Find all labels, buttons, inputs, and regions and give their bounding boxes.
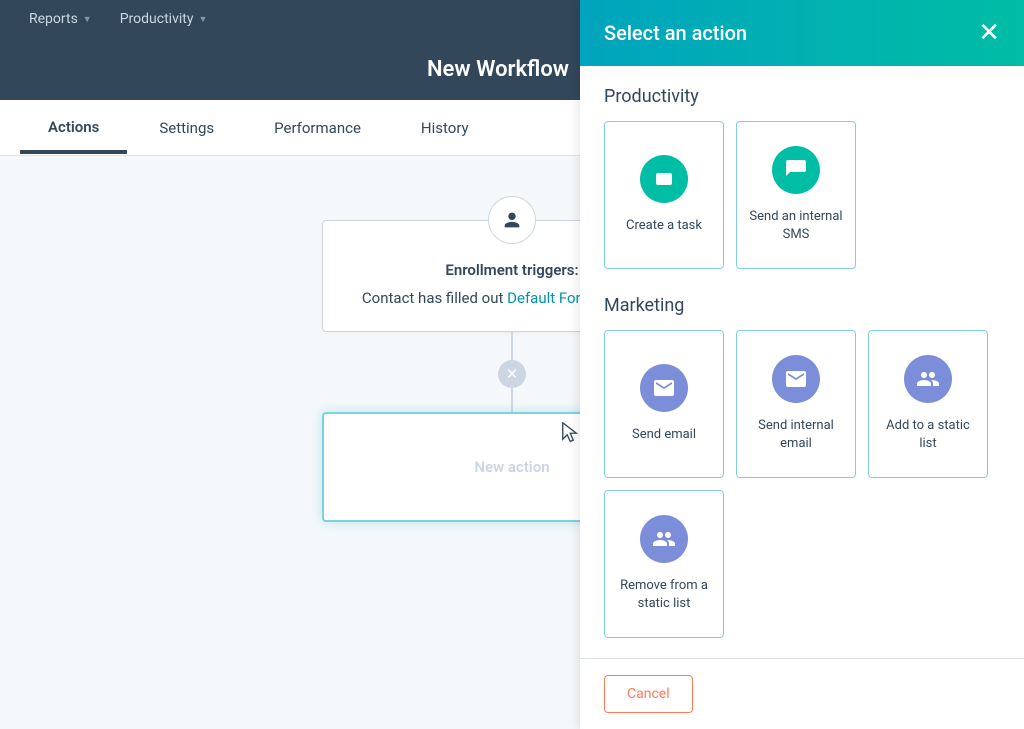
section-title-productivity: Productivity — [604, 86, 1000, 107]
panel-body: Productivity Create a task Send an inter… — [580, 66, 1024, 658]
tab-actions[interactable]: Actions — [20, 101, 127, 154]
person-icon — [488, 196, 536, 244]
card-label: Send email — [632, 426, 696, 444]
card-label: Send an internal SMS — [745, 208, 847, 243]
card-label: Add to a static list — [877, 417, 979, 452]
nav-productivity-label: Productivity — [120, 11, 194, 27]
new-action-label: New action — [474, 458, 549, 476]
tab-performance[interactable]: Performance — [246, 102, 389, 154]
tab-history[interactable]: History — [393, 102, 497, 154]
action-remove-static-list[interactable]: Remove from a static list — [604, 490, 724, 638]
nav-productivity-dropdown[interactable]: Productivity ▼ — [106, 11, 222, 27]
connector-line — [511, 332, 513, 360]
action-panel: Select an action ✕ Productivity Create a… — [580, 0, 1024, 729]
email-icon — [640, 364, 688, 412]
card-label: Create a task — [626, 217, 702, 235]
cursor-icon — [562, 422, 580, 450]
nav-reports-dropdown[interactable]: Reports ▼ — [15, 11, 106, 27]
caret-down-icon: ▼ — [83, 14, 92, 25]
marketing-grid: Send email Send internal email Add to a … — [604, 330, 1000, 638]
workflow-title: New Workflow — [427, 57, 569, 82]
action-send-internal-email[interactable]: Send internal email — [736, 330, 856, 478]
task-icon — [640, 155, 688, 203]
action-add-static-list[interactable]: Add to a static list — [868, 330, 988, 478]
email-icon — [772, 355, 820, 403]
trigger-prefix: Contact has filled out — [362, 289, 507, 307]
card-label: Send internal email — [745, 417, 847, 452]
close-icon[interactable]: ✕ — [498, 360, 526, 388]
card-label: Remove from a static list — [613, 577, 715, 612]
close-icon[interactable]: ✕ — [978, 18, 1000, 48]
panel-header: Select an action ✕ — [580, 0, 1024, 66]
caret-down-icon: ▼ — [198, 14, 207, 25]
action-send-sms[interactable]: Send an internal SMS — [736, 121, 856, 269]
cancel-button[interactable]: Cancel — [604, 675, 693, 713]
people-icon — [640, 515, 688, 563]
panel-title: Select an action — [604, 21, 747, 45]
people-icon — [904, 355, 952, 403]
panel-footer: Cancel — [580, 658, 1024, 729]
section-title-marketing: Marketing — [604, 295, 1000, 316]
sms-icon — [772, 146, 820, 194]
action-send-email[interactable]: Send email — [604, 330, 724, 478]
productivity-grid: Create a task Send an internal SMS — [604, 121, 1000, 269]
tab-settings[interactable]: Settings — [131, 102, 242, 154]
connector-line — [511, 388, 513, 412]
action-create-task[interactable]: Create a task — [604, 121, 724, 269]
nav-reports-label: Reports — [29, 11, 78, 27]
